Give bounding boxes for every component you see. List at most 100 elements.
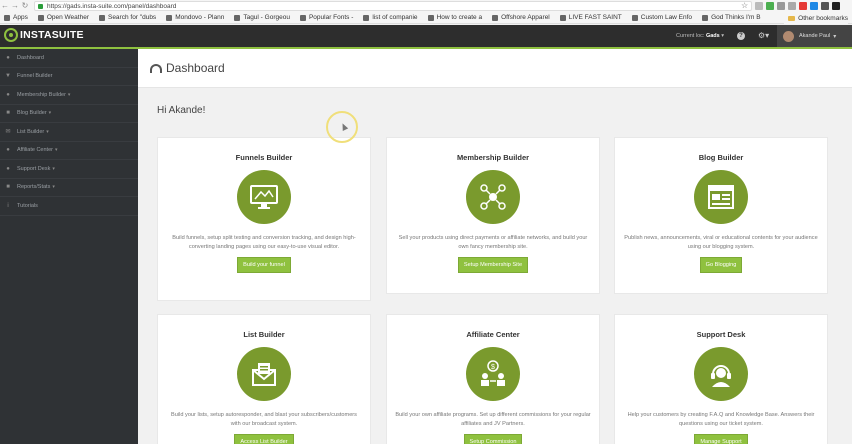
bookmark-item[interactable]: How to create a (427, 14, 482, 21)
chevron-down-icon: ▾ (52, 165, 55, 172)
manage-support-button[interactable]: Manage Support (694, 434, 748, 444)
bookmark-item[interactable]: list of companie (363, 14, 418, 21)
reload-icon[interactable]: ↻ (20, 0, 30, 12)
card-description: Help your customers by creating F.A.Q an… (627, 412, 815, 427)
bookmark-icon (166, 14, 173, 21)
sidebar-item-affiliate-center[interactable]: ● Affiliate Center ▾ (0, 142, 138, 160)
card-description: Build funnels, setup split testing and c… (172, 235, 356, 250)
sidebar-item-funnel-builder[interactable]: ▼ Funnel Builder (0, 68, 138, 86)
logo[interactable]: INSTASUITE (4, 28, 84, 42)
logo-text: INSTASUITE (20, 29, 84, 41)
list-icon: ✉ (5, 129, 11, 136)
bookmark-item[interactable]: God Thinks I'm B (702, 14, 761, 21)
card-list-builder: List Builder Build your lists, setup aut… (157, 314, 371, 444)
card-title: Affiliate Center (466, 330, 520, 339)
bookmark-item[interactable]: Popular Fonts - (299, 14, 353, 21)
blog-icon: ■ (6, 110, 10, 117)
bookmark-item[interactable]: Tagul - Gorgeou (234, 14, 290, 21)
chevron-down-icon: ▾ (833, 33, 837, 40)
monitor-icon (237, 170, 291, 224)
users-icon: ● (6, 91, 10, 98)
extension-icons (755, 2, 840, 10)
menu-icon[interactable] (832, 2, 840, 10)
info-icon: i (7, 202, 9, 209)
extension-icon[interactable] (810, 2, 818, 10)
card-title: Support Desk (696, 330, 746, 339)
card-title: Funnels Builder (235, 153, 293, 162)
funnel-icon: ▼ (5, 73, 11, 80)
url-input[interactable]: https://gads.insta-suite.com/panel/dashb… (34, 1, 752, 11)
setup-commission-button[interactable]: Setup Commission (463, 434, 523, 444)
envelope-icon (237, 347, 291, 401)
bookmark-item[interactable]: LIVE FAST SAINT (559, 14, 622, 21)
affiliate-icon: ● (6, 147, 10, 154)
chevron-down-icon: ▾ (67, 91, 71, 98)
extension-icon[interactable] (777, 2, 785, 10)
page-title: Dashboard (166, 61, 225, 75)
help-icon[interactable]: ? (737, 32, 745, 40)
support-icon: ● (6, 165, 10, 172)
sidebar-item-tutorials[interactable]: i Tutorials (0, 197, 138, 216)
extension-icon[interactable] (766, 2, 774, 10)
sidebar-item-support-desk[interactable]: ● Support Desk ▾ (0, 160, 138, 179)
bookmark-item[interactable]: Open Weather (37, 14, 89, 21)
main-content: Dashboard Hi Akande! Funnels Builder Bui… (138, 49, 852, 444)
avatar (783, 30, 794, 42)
card-membership-builder: Membership Builder Sell your products us… (386, 137, 600, 294)
extension-icon[interactable] (788, 2, 796, 10)
card-blog-builder: Blog Builder Publish news, announcements… (614, 137, 828, 294)
bookmark-icon (363, 14, 370, 21)
card-description: Publish news, announcements, viral or ed… (624, 235, 818, 250)
bookmark-icon (234, 14, 241, 21)
card-title: List Builder (243, 330, 285, 339)
bookmark-item[interactable]: Offshore Apparel (492, 14, 550, 21)
bookmark-icon (427, 14, 434, 21)
user-menu[interactable]: Akande Paul ▾ (777, 25, 852, 47)
bookmark-icon (559, 14, 566, 21)
folder-icon (788, 15, 796, 21)
bookmark-item[interactable]: Apps (4, 14, 28, 21)
dashboard-icon: ● (6, 54, 10, 61)
sidebar-item-membership-builder[interactable]: ● Membership Builder ▾ (0, 86, 138, 105)
go-blogging-button[interactable]: Go Blogging (699, 257, 743, 273)
access-list-builder-button[interactable]: Access List Builder (234, 434, 294, 444)
sidebar-item-reports-stats[interactable]: ■ Reports/Stats ▾ (0, 179, 138, 197)
bookmark-icon (702, 14, 709, 21)
chevron-down-icon: ▾ (46, 128, 49, 135)
gear-icon[interactable]: ⚙▾ (758, 25, 769, 47)
bookmark-item[interactable]: Custom Law Enfo (631, 14, 692, 21)
lock-icon (38, 3, 43, 9)
sidebar-item-blog-builder[interactable]: ■ Blog Builder ▾ (0, 105, 138, 123)
logo-icon (4, 28, 18, 42)
extension-icon[interactable] (821, 2, 829, 10)
card-description: Build your lists, setup autoresponder, a… (171, 412, 357, 427)
url-text: https://gads.insta-suite.com/panel/dashb… (47, 2, 177, 10)
extension-icon[interactable] (799, 2, 807, 10)
setup-membership-site-button[interactable]: Setup Membership Site (457, 257, 529, 273)
build-funnel-button[interactable]: Build your funnel (237, 257, 291, 273)
chevron-down-icon: ▾ (48, 110, 52, 117)
dashboard-icon (150, 63, 162, 73)
apps-icon (4, 14, 10, 21)
bookmark-star-icon[interactable]: ☆ (741, 0, 748, 12)
current-location[interactable]: Current loc: Gads ▾ (676, 25, 724, 47)
forward-icon[interactable]: → (10, 0, 20, 12)
sidebar-item-dashboard[interactable]: ● Dashboard (0, 49, 138, 68)
headset-icon (694, 347, 748, 401)
card-funnels-builder: Funnels Builder Build funnels, setup spl… (157, 137, 371, 301)
bookmarks-bar: Apps Open Weather Search for "dubs Mondo… (0, 12, 852, 24)
reports-icon: ■ (6, 184, 10, 191)
bookmark-item[interactable]: Mondovo - Plann (166, 14, 224, 21)
bookmark-icon (631, 14, 638, 21)
chevron-down-icon: ▾ (54, 147, 58, 154)
back-icon[interactable]: ← (0, 0, 10, 12)
other-bookmarks[interactable]: Other bookmarks (784, 12, 848, 24)
extension-icon[interactable] (755, 2, 763, 10)
sidebar-item-list-builder[interactable]: ✉ List Builder ▾ (0, 123, 138, 142)
card-title: Membership Builder (456, 153, 530, 162)
card-affiliate-center: Affiliate Center $ Build your own affili… (386, 314, 600, 444)
bookmark-item[interactable]: Search for "dubs (98, 14, 156, 21)
network-icon (466, 170, 520, 224)
card-description: Build your own affiliate programs. Set u… (395, 412, 591, 427)
browser-window-icon (694, 170, 748, 224)
